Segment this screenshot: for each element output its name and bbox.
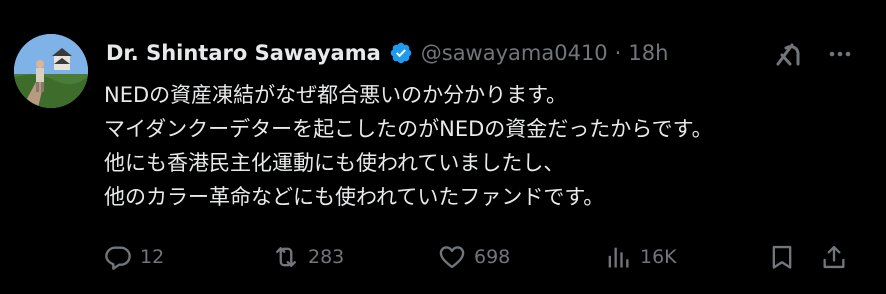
author-handle[interactable]: @sawayama0410 <box>421 41 608 65</box>
like-count: 698 <box>474 246 511 268</box>
author-name[interactable]: Dr. Shintaro Sawayama <box>106 41 381 65</box>
reply-count: 12 <box>140 246 165 268</box>
separator-dot: · <box>614 41 622 65</box>
avatar-image <box>14 34 88 108</box>
analytics-icon <box>608 247 629 268</box>
bookmark-icon <box>772 245 792 269</box>
tweet-text-line: マイダンクーデターを起こしたのがNEDの資金だったからです。 <box>104 117 713 141</box>
tweet-header: Dr. Shintaro Sawayama @sawayama0410 · 18… <box>106 36 668 70</box>
bookmark-button[interactable] <box>768 240 796 274</box>
heart-icon <box>439 246 465 269</box>
reply-icon <box>105 246 131 270</box>
share-icon <box>823 245 845 269</box>
retweet-icon <box>276 247 296 267</box>
tweet-text-line: 他のカラー革命などにも使われていたファンドです。 <box>104 185 605 209</box>
action-bar: 12 283 698 16K <box>104 240 864 274</box>
views-count: 16K <box>640 246 677 268</box>
tweet-text: NEDの資産凍結がなぜ都合悪いのか分かります。 マイダンクーデターを起こしたのが… <box>104 78 874 214</box>
retweet-button[interactable]: 283 <box>272 240 344 274</box>
tweet-text-line: NEDの資産凍結がなぜ都合悪いのか分かります。 <box>104 83 568 107</box>
views-button[interactable]: 16K <box>604 240 677 274</box>
tweet-text-line: 他にも香港民主化運動にも使われていましたし、 <box>104 151 565 175</box>
avatar[interactable] <box>14 34 88 108</box>
like-button[interactable]: 698 <box>438 240 510 274</box>
tweet-timestamp[interactable]: 18h <box>628 41 668 65</box>
share-button[interactable] <box>820 240 848 274</box>
tweet[interactable]: Dr. Shintaro Sawayama @sawayama0410 · 18… <box>0 0 886 294</box>
grok-icon[interactable] <box>773 39 803 69</box>
more-icon[interactable] <box>826 40 854 68</box>
verified-badge-icon[interactable] <box>389 41 413 65</box>
retweet-count: 283 <box>308 246 345 268</box>
reply-button[interactable]: 12 <box>104 240 164 274</box>
